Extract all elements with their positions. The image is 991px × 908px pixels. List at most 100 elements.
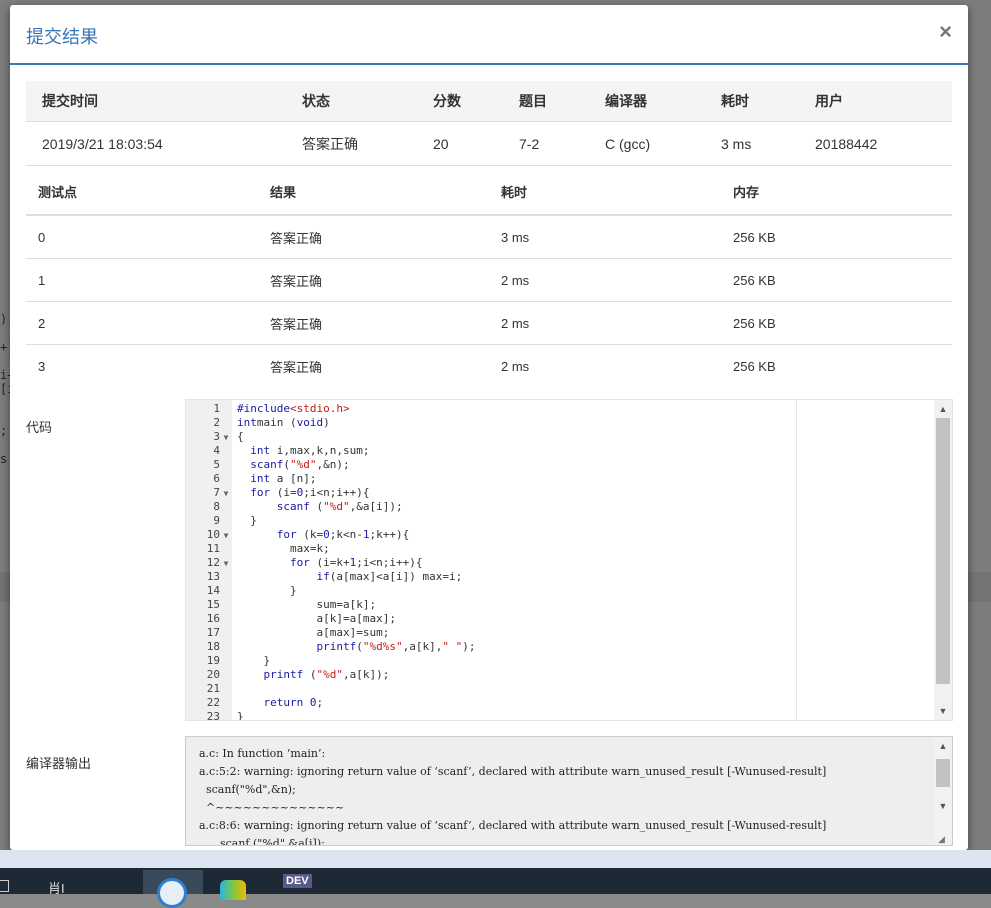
line-number: 21 [206, 682, 220, 695]
code-line: 9 } [186, 514, 257, 528]
fold-toggle-icon[interactable]: ▼ [220, 529, 232, 543]
page-bottom-strip [0, 850, 991, 868]
code-line: 15 sum=a[k]; [186, 598, 376, 612]
case-time: 3 ms [489, 215, 721, 259]
code-text: int a [n]; [250, 472, 317, 485]
col-test-point: 测试点 [26, 169, 258, 216]
code-line: 3 ▼ { [186, 430, 243, 445]
resize-grip-icon[interactable]: ◢ [938, 834, 945, 845]
line-number: 2 [213, 416, 220, 429]
submission-summary-table: 提交时间 状态 分数 题目 编译器 耗时 用户 2019/3/21 18:03:… [26, 81, 952, 166]
code-line: 7 ▼ for (i=0;i<n;i++){ [186, 486, 369, 501]
table-row: 0 答案正确 3 ms 256 KB [26, 215, 952, 259]
summary-row: 2019/3/21 18:03:54 答案正确 20 7-2 C (gcc) 3… [26, 121, 952, 166]
col-score: 分数 [417, 81, 503, 122]
line-number: 4 [213, 444, 220, 457]
code-line: 18 printf("%d%s",a[k]," "); [186, 640, 476, 654]
close-icon[interactable]: × [939, 21, 952, 43]
col-time: 耗时 [489, 169, 721, 216]
code-line: 6 int a [n]; [186, 472, 316, 486]
line-number: 10 [206, 528, 220, 541]
code-editor[interactable]: 1 #include<stdio.h> 2 intmain (void) 3 ▼{4 in… [185, 399, 953, 721]
case-result: 答案正确 [258, 258, 489, 302]
scroll-thumb[interactable] [936, 759, 950, 787]
code-line: 16 a[k]=a[max]; [186, 612, 396, 626]
problem-link[interactable]: 7-2 [503, 121, 589, 166]
code-text: for (i=k+1;i<n;i++){ [289, 556, 423, 569]
code-line: 10 ▼ for (k=0;k<n-1;k++){ [186, 528, 410, 543]
scroll-down-icon[interactable]: ▼ [934, 797, 952, 815]
line-number: 18 [206, 640, 220, 653]
code-line: 1 #include<stdio.h> [186, 402, 349, 416]
taskbar-window-icon[interactable] [0, 870, 12, 894]
code-line: 14 } [186, 584, 297, 598]
code-line: 5 scanf("%d",&n); [186, 458, 349, 472]
line-number: 7 [213, 486, 220, 499]
line-number: 23 [206, 710, 220, 721]
code-line: 13 if(a[max]<a[i]) max=i; [186, 570, 462, 584]
code-text: scanf ("%d",&a[i]); [276, 500, 403, 513]
compiler-output-text: a.c: In function ‘main’: a.c:5:2: warnin… [199, 747, 827, 846]
fold-toggle-icon[interactable]: ▼ [220, 487, 232, 501]
col-result: 结果 [258, 169, 489, 216]
line-number: 16 [206, 612, 220, 625]
code-text: if(a[max]<a[i]) max=i; [316, 570, 463, 583]
code-text: for (i=0;i<n;i++){ [250, 486, 370, 499]
line-number: 12 [206, 556, 220, 569]
col-user: 用户 [799, 81, 952, 122]
modal-title: 提交结果 [26, 27, 98, 47]
fold-toggle-icon[interactable]: ▼ [220, 557, 232, 571]
code-text: printf("%d%s",a[k]," "); [316, 640, 476, 653]
scroll-down-icon[interactable]: ▼ [934, 702, 952, 720]
summary-header-row: 提交时间 状态 分数 题目 编译器 耗时 用户 [26, 81, 952, 122]
output-scrollbar[interactable]: ▲ ▼ ◢ [934, 737, 952, 845]
code-text: { [237, 430, 244, 443]
print-margin [796, 400, 797, 720]
code-text: } [237, 514, 257, 527]
case-memory: 256 KB [733, 358, 776, 374]
code-text: sum=a[k]; [237, 598, 377, 611]
case-id: 0 [26, 215, 258, 259]
cases-header-row: 测试点 结果 耗时 内存 [26, 169, 952, 216]
line-number: 13 [206, 570, 220, 583]
code-line: 12 ▼ for (i=k+1;i<n;i++){ [186, 556, 423, 571]
code-text: return 0; [263, 696, 324, 709]
taskbar-item[interactable]: 肖I [40, 870, 100, 896]
case-id: 3 [38, 358, 46, 374]
case-id: 1 [26, 258, 258, 302]
case-id: 2 [26, 301, 258, 345]
test-cases-table: 测试点 结果 耗时 内存 0 答案正确 3 ms 256 KB 1 答案正确 2… [26, 169, 952, 387]
col-elapsed: 耗时 [705, 81, 799, 122]
score: 20 [417, 121, 503, 166]
scroll-thumb[interactable] [936, 418, 950, 684]
code-line: 11 max=k; [186, 542, 330, 556]
line-number: 9 [213, 514, 220, 527]
submit-time: 2019/3/21 18:03:54 [26, 121, 286, 166]
scroll-up-icon[interactable]: ▲ [934, 737, 952, 755]
code-line: 22 return 0; [186, 696, 323, 710]
compiler-output-box[interactable]: a.c: In function ‘main’: a.c:5:2: warnin… [185, 736, 953, 846]
code-line: 21 [186, 682, 232, 696]
code-text: } [237, 654, 271, 667]
code-scrollbar[interactable]: ▲ ▼ [934, 400, 952, 720]
taskbar-browser-icon[interactable] [143, 870, 203, 908]
modal-header: 提交结果 × [10, 5, 968, 65]
case-time: 2 ms [501, 358, 530, 374]
submission-result-modal: 提交结果 × 提交时间 状态 分数 题目 编译器 耗时 用户 2019/3/21… [10, 5, 968, 850]
line-number: 6 [213, 472, 220, 485]
line-number: 5 [213, 458, 220, 471]
taskbar-app-icon[interactable] [210, 870, 260, 900]
line-number: 14 [206, 584, 220, 597]
code-line: 20 printf ("%d",a[k]); [186, 668, 390, 682]
line-number: 19 [206, 654, 220, 667]
fold-toggle-icon[interactable]: ▼ [220, 431, 232, 445]
code-line: 19 } [186, 654, 270, 668]
case-time: 2 ms [489, 301, 721, 345]
col-memory: 内存 [721, 169, 952, 216]
case-result: 答案正确 [258, 301, 489, 345]
code-text: #include<stdio.h> [237, 402, 350, 415]
line-number: 1 [213, 402, 220, 415]
scroll-up-icon[interactable]: ▲ [934, 400, 952, 418]
taskbar-devcpp-icon[interactable]: DEV [275, 870, 325, 894]
code-text: int i,max,k,n,sum; [250, 444, 370, 457]
